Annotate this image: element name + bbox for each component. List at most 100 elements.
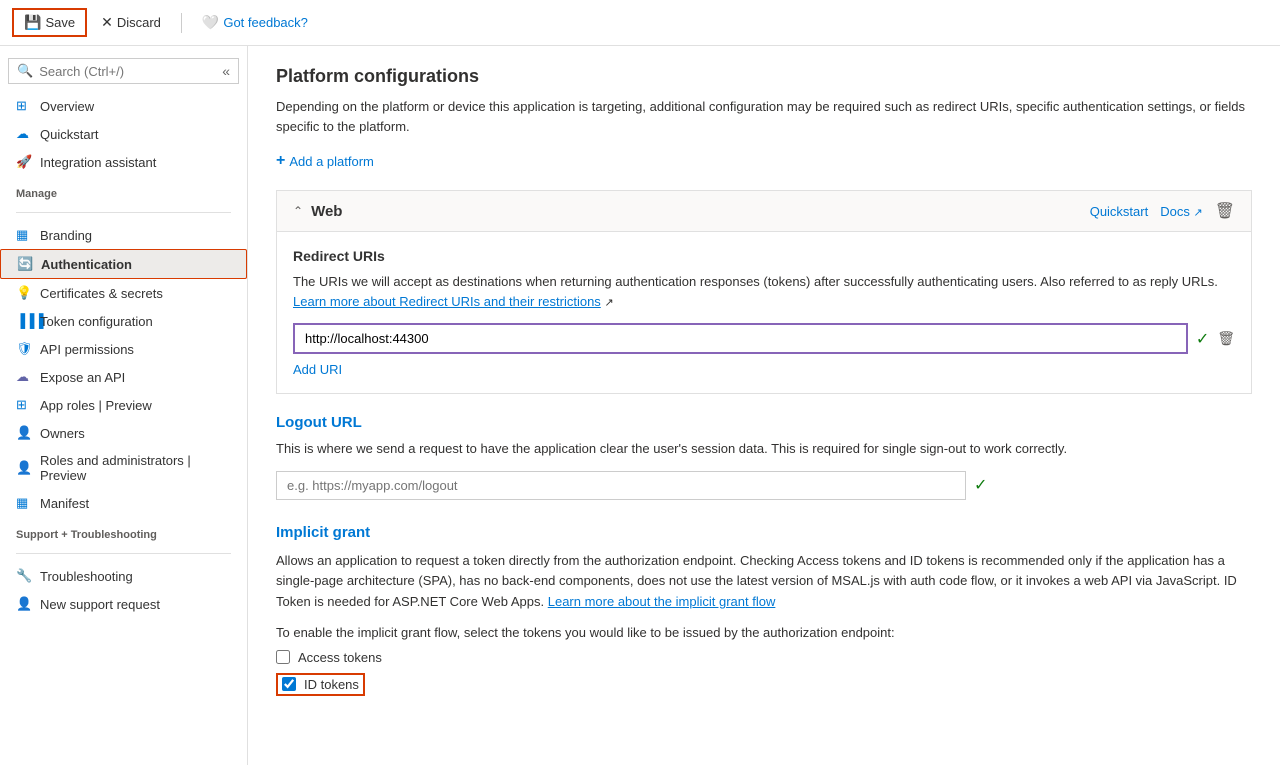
sidebar-item-api-perm[interactable]: 🛡 API permissions [0, 335, 247, 363]
sidebar-item-label: Troubleshooting [40, 569, 133, 584]
logout-url-title: Logout URL [276, 414, 1252, 431]
id-tokens-row: ID tokens [276, 673, 365, 696]
save-label: Save [45, 15, 75, 30]
manage-section-header: Manage [0, 176, 247, 204]
support-divider [16, 553, 231, 554]
page-title: Platform configurations [276, 66, 1252, 87]
logout-url-desc: This is where we send a request to have … [276, 439, 1252, 459]
search-box[interactable]: 🔍 « [8, 58, 239, 84]
web-quickstart-link[interactable]: Quickstart [1090, 204, 1149, 219]
web-delete-button[interactable]: 🗑 [1215, 201, 1235, 221]
sidebar-item-label: App roles | Preview [40, 398, 152, 413]
web-docs-link[interactable]: Docs ↗ [1160, 204, 1202, 219]
branding-icon: ▦ [16, 227, 32, 243]
toolbar-separator [181, 13, 182, 33]
new-support-icon: 👤 [16, 596, 32, 612]
owners-icon: 👤 [16, 425, 32, 441]
sidebar-item-token[interactable]: ▐▐▐ Token configuration [0, 307, 247, 335]
redirect-uris-title: Redirect URIs [293, 248, 1235, 264]
collapse-button[interactable]: « [222, 63, 230, 79]
sidebar-item-manifest[interactable]: ▦ Manifest [0, 489, 247, 517]
search-input[interactable] [39, 64, 216, 79]
sidebar-item-overview[interactable]: ⊞ Overview [0, 92, 247, 120]
main-content: Platform configurations Depending on the… [248, 46, 1280, 765]
troubleshooting-icon: 🔧 [16, 568, 32, 584]
api-perm-icon: 🛡 [16, 341, 32, 357]
uri-delete-button[interactable]: 🗑 [1217, 330, 1235, 347]
discard-icon: ✕ [101, 14, 113, 31]
id-tokens-checkbox[interactable] [282, 677, 296, 691]
redirect-learn-more-link[interactable]: Learn more about Redirect URIs and their… [293, 294, 601, 309]
sidebar-item-label: Expose an API [40, 370, 125, 385]
page-desc: Depending on the platform or device this… [276, 97, 1252, 136]
discard-label: Discard [117, 15, 161, 30]
implicit-learn-more-link[interactable]: Learn more about the implicit grant flow [548, 594, 776, 609]
quickstart-icon: ☁ [16, 126, 32, 142]
sidebar-item-authentication[interactable]: 🔄 Authentication [0, 249, 247, 279]
access-tokens-row: Access tokens [276, 650, 1252, 665]
certificates-icon: 💡 [16, 285, 32, 301]
sidebar-item-quickstart[interactable]: ☁ Quickstart [0, 120, 247, 148]
sidebar-item-label: Quickstart [40, 127, 99, 142]
uri-input[interactable] [293, 323, 1188, 354]
main-layout: 🔍 « ⊞ Overview ☁ Quickstart 🚀 Integratio… [0, 46, 1280, 765]
sidebar-item-troubleshooting[interactable]: 🔧 Troubleshooting [0, 562, 247, 590]
implicit-grant-section: Implicit grant Allows an application to … [276, 524, 1252, 704]
sidebar-item-integration[interactable]: 🚀 Integration assistant [0, 148, 247, 176]
search-icon: 🔍 [17, 63, 33, 79]
docs-label: Docs [1160, 204, 1190, 219]
sidebar-item-app-roles[interactable]: ⊞ App roles | Preview [0, 391, 247, 419]
save-icon: 💾 [24, 14, 41, 31]
feedback-icon: 🤍 [202, 14, 219, 31]
add-platform-label: Add a platform [289, 154, 374, 169]
sidebar-item-label: Owners [40, 426, 85, 441]
manage-divider [16, 212, 231, 213]
discard-button[interactable]: ✕ Discard [91, 10, 171, 35]
roles-admin-icon: 👤 [16, 460, 32, 476]
save-button[interactable]: 💾 Save [12, 8, 87, 37]
web-section-links: Quickstart Docs ↗ 🗑 [1090, 201, 1235, 221]
uri-valid-check-icon: ✓ [1196, 329, 1209, 349]
web-collapse-chevron[interactable]: ⌃ [293, 204, 303, 218]
sidebar-item-label: Token configuration [40, 314, 153, 329]
learn-more-external-icon: ↗ [604, 297, 613, 309]
docs-external-icon: ↗ [1193, 207, 1202, 219]
sidebar-item-certificates[interactable]: 💡 Certificates & secrets [0, 279, 247, 307]
app-roles-icon: ⊞ [16, 397, 32, 413]
feedback-label: Got feedback? [223, 15, 308, 30]
manifest-icon: ▦ [16, 495, 32, 511]
sidebar-item-owners[interactable]: 👤 Owners [0, 419, 247, 447]
web-section-card: ⌃ Web Quickstart Docs ↗ 🗑 Redirect URIs … [276, 190, 1252, 394]
expose-api-icon: ☁ [16, 369, 32, 385]
add-platform-button[interactable]: + Add a platform [276, 152, 374, 170]
web-section-title: Web [311, 203, 1082, 220]
sidebar-item-roles-admin[interactable]: 👤 Roles and administrators | Preview [0, 447, 247, 489]
web-section-body: Redirect URIs The URIs we will accept as… [277, 232, 1251, 393]
add-platform-icon: + [276, 152, 285, 170]
redirect-uris-desc: The URIs we will accept as destinations … [293, 272, 1235, 311]
sidebar-item-label: New support request [40, 597, 160, 612]
sidebar-item-expose-api[interactable]: ☁ Expose an API [0, 363, 247, 391]
sidebar-item-label: Authentication [41, 257, 132, 272]
logout-url-input[interactable] [276, 471, 966, 500]
logout-url-section: Logout URL This is where we send a reque… [276, 414, 1252, 500]
access-tokens-label: Access tokens [298, 650, 382, 665]
access-tokens-checkbox[interactable] [276, 650, 290, 664]
support-section-header: Support + Troubleshooting [0, 517, 247, 545]
feedback-button[interactable]: 🤍 Got feedback? [192, 10, 318, 35]
overview-icon: ⊞ [16, 98, 32, 114]
add-uri-button[interactable]: Add URI [293, 362, 342, 377]
web-section-header: ⌃ Web Quickstart Docs ↗ 🗑 [277, 191, 1251, 232]
implicit-grant-title: Implicit grant [276, 524, 1252, 541]
authentication-icon: 🔄 [17, 256, 33, 272]
sidebar-item-label: Manifest [40, 496, 89, 511]
sidebar-item-label: Branding [40, 228, 92, 243]
id-tokens-label: ID tokens [304, 677, 359, 692]
toolbar: 💾 Save ✕ Discard 🤍 Got feedback? [0, 0, 1280, 46]
sidebar-item-branding[interactable]: ▦ Branding [0, 221, 247, 249]
sidebar-item-new-support[interactable]: 👤 New support request [0, 590, 247, 618]
logout-input-row: ✓ [276, 471, 1252, 500]
sidebar-item-label: Roles and administrators | Preview [40, 453, 231, 483]
integration-icon: 🚀 [16, 154, 32, 170]
sidebar-item-label: Integration assistant [40, 155, 156, 170]
